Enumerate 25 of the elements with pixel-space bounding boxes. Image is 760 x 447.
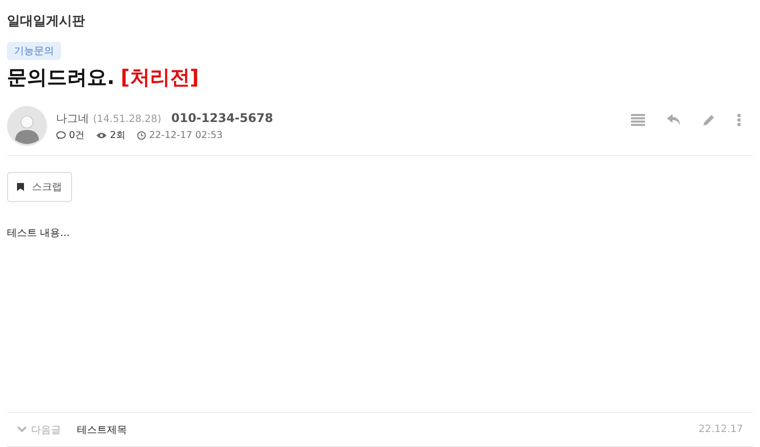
eye-icon	[96, 132, 108, 138]
list-icon[interactable]	[631, 114, 645, 126]
category-tag[interactable]: 기능문의	[7, 42, 61, 60]
author-phone: 010-1234-5678	[171, 110, 274, 124]
next-post-date: 22.12.17	[698, 424, 743, 435]
board-title: 일대일게시판	[7, 13, 86, 31]
reply-icon[interactable]	[667, 114, 681, 126]
author-name: 나그네	[56, 110, 89, 126]
bookmark-icon	[17, 183, 24, 191]
avatar-icon	[7, 106, 47, 146]
view-count: 2회	[110, 128, 126, 142]
pencil-icon[interactable]	[703, 114, 715, 126]
next-post-label: 다음글	[31, 424, 61, 436]
chevron-down-icon	[17, 426, 27, 433]
clock-icon	[137, 130, 146, 140]
author-ip: (14.51.28.28)	[93, 114, 162, 124]
post-date: 22-12-17 02:53	[149, 130, 223, 140]
scrap-button[interactable]: 스크랩	[7, 172, 72, 202]
comment-icon	[56, 130, 66, 140]
post-content: 테스트 내용...	[7, 227, 71, 240]
comment-count: 0건	[69, 128, 86, 142]
next-post-link[interactable]: 테스트제목	[77, 422, 127, 436]
post-status: [처리전]	[120, 64, 199, 91]
post-title: 문의드려요.	[7, 64, 115, 91]
more-icon[interactable]	[737, 114, 741, 126]
